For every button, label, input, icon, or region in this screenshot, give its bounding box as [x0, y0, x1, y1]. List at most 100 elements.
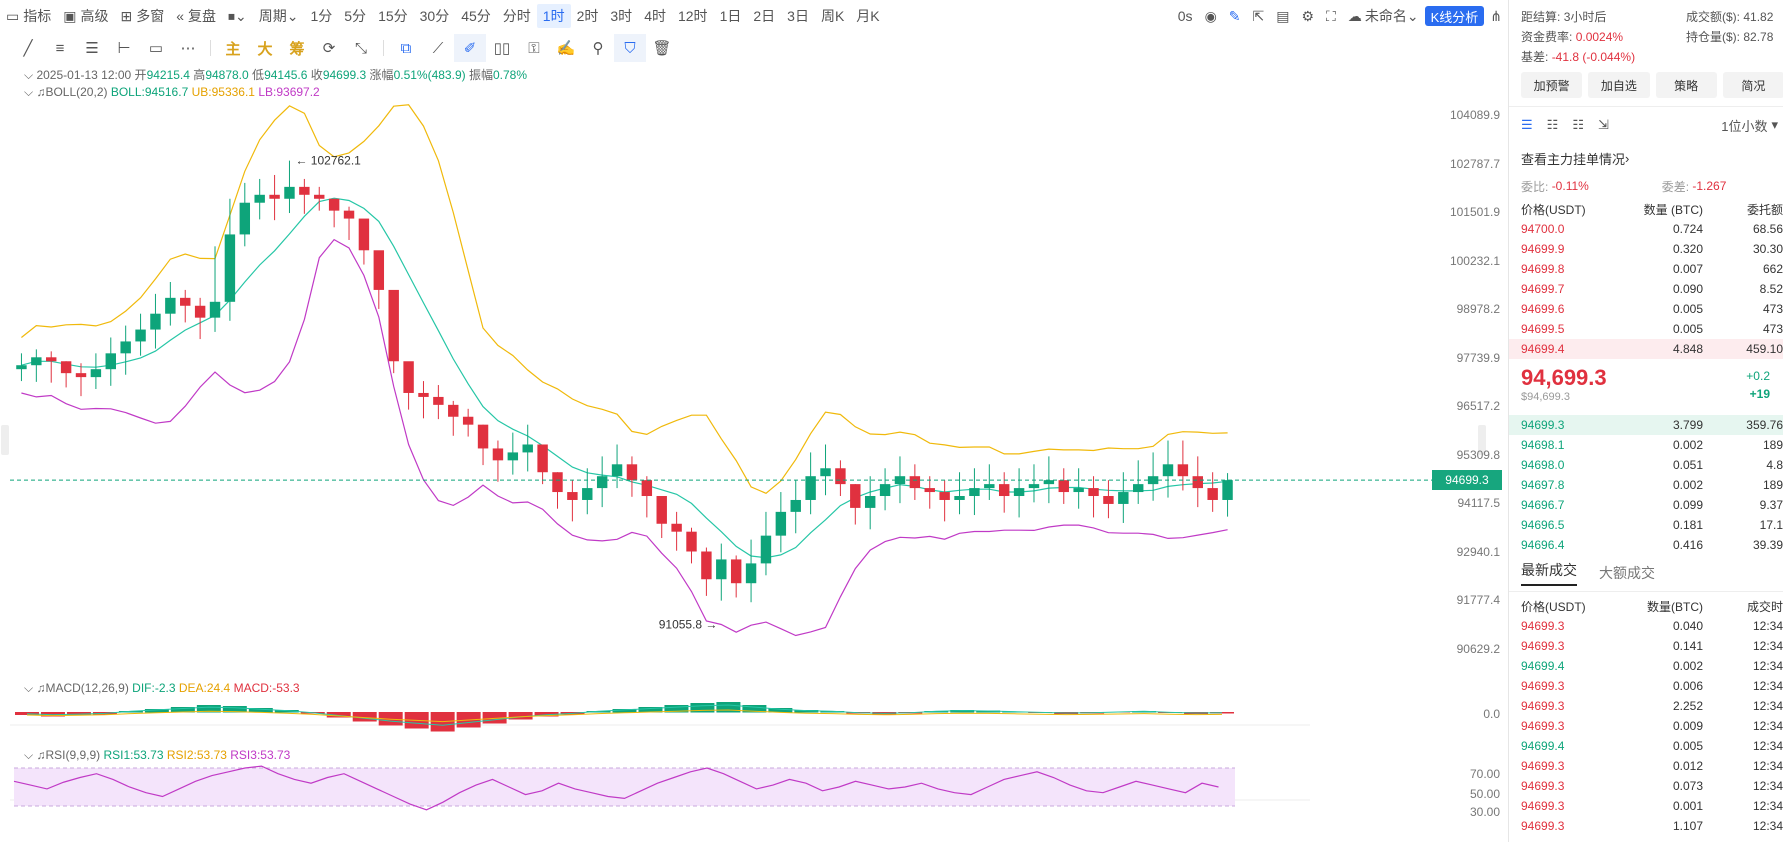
candle-body: [358, 218, 370, 251]
filter-icon[interactable]: ⛉: [614, 34, 646, 62]
indicators-button[interactable]: ▭ 指标: [0, 4, 57, 28]
link-icon[interactable]: ⚲: [582, 34, 614, 62]
decimal-select[interactable]: 1位小数: [1721, 116, 1767, 135]
main-orders-link[interactable]: 查看主力挂单情况 ›: [1509, 143, 1783, 173]
multiwin-button[interactable]: ⊞ 多窗: [114, 4, 170, 28]
magnet-icon[interactable]: ⤡: [345, 34, 377, 62]
interval-11[interactable]: 1日: [714, 4, 748, 28]
collapse-icon[interactable]: ⌵: [24, 68, 33, 82]
interval-6[interactable]: 1时: [536, 4, 571, 28]
trade-row[interactable]: 94699.4 0.002 12:34: [1509, 656, 1783, 676]
bid-row[interactable]: 94696.4 0.416 39.39: [1509, 535, 1783, 555]
ruler-icon[interactable]: ⟋: [422, 34, 454, 62]
bid-row[interactable]: 94697.8 0.002 189: [1509, 475, 1783, 495]
trade-row[interactable]: 94699.3 1.107 12:34: [1509, 816, 1783, 836]
lock-icon[interactable]: ⚿: [518, 34, 550, 62]
advanced-button[interactable]: ▣ 高级: [57, 4, 114, 28]
trade-row[interactable]: 94699.3 0.012 12:34: [1509, 756, 1783, 776]
replay-button[interactable]: «复盘: [170, 4, 222, 28]
rect-tool-icon[interactable]: ▭: [140, 34, 172, 62]
interval-0[interactable]: 1分: [304, 4, 338, 28]
chip-tool[interactable]: 筹: [281, 34, 313, 62]
interval-8[interactable]: 3时: [604, 4, 638, 28]
popout-icon[interactable]: ⇱: [1247, 4, 1271, 28]
period-button[interactable]: 周期 ⌄: [253, 4, 305, 28]
interval-12[interactable]: 2日: [747, 4, 781, 28]
interval-14[interactable]: 周K: [815, 4, 850, 28]
channel-tool-icon[interactable]: ☰: [76, 34, 108, 62]
share-icon[interactable]: ⋔: [1484, 4, 1508, 28]
trade-row[interactable]: 94699.3 0.040 12:34: [1509, 616, 1783, 636]
bid-view-icon[interactable]: ☷: [1547, 117, 1559, 133]
bid-row[interactable]: 94696.5 0.181 17.1: [1509, 515, 1783, 535]
ask-row[interactable]: 94699.5 0.005 473: [1509, 319, 1783, 339]
draw-icon[interactable]: ✐: [454, 34, 486, 62]
more-tools-icon[interactable]: ⋯: [172, 34, 204, 62]
ask-row[interactable]: 94699.6 0.005 473: [1509, 299, 1783, 319]
copy-icon[interactable]: ⧉: [390, 34, 422, 62]
ask-row[interactable]: 94699.4 4.848 459.10: [1509, 339, 1783, 359]
bid-row[interactable]: 94699.3 3.799 359.76: [1509, 415, 1783, 435]
fullscreen-icon[interactable]: ⛶: [1320, 4, 1342, 28]
collapse-icon[interactable]: ⌵: [24, 748, 33, 762]
trade-row[interactable]: 94699.3 2.252 12:34: [1509, 696, 1783, 716]
candle-body: [820, 468, 831, 477]
ray-tool-icon[interactable]: ⊢: [108, 34, 140, 62]
bid-row[interactable]: 94698.1 0.002 189: [1509, 435, 1783, 455]
collapse-icon[interactable]: ⌵: [24, 681, 33, 695]
interval-4[interactable]: 45分: [455, 4, 497, 28]
trade-row[interactable]: 94699.3 0.006 12:34: [1509, 676, 1783, 696]
ask-view-icon[interactable]: ☷: [1572, 117, 1584, 133]
trade-qty-header[interactable]: 数量(BTC): [1631, 598, 1703, 615]
ob-qty-header[interactable]: 数量 (BTC): [1631, 201, 1703, 218]
interval-13[interactable]: 3日: [781, 4, 815, 28]
trade-row[interactable]: 94699.3 0.073 12:34: [1509, 776, 1783, 796]
trade-row[interactable]: 94699.4 0.005 12:34: [1509, 736, 1783, 756]
kline-analysis-button[interactable]: K线分析: [1424, 6, 1485, 26]
action-button-0[interactable]: 加预警: [1521, 72, 1583, 98]
collapse-icon[interactable]: ⌵: [24, 85, 33, 99]
ask-row[interactable]: 94699.9 0.320 30.30: [1509, 239, 1783, 259]
interval-7[interactable]: 2时: [571, 4, 605, 28]
interval-1[interactable]: 5分: [338, 4, 372, 28]
interval-3[interactable]: 30分: [414, 4, 456, 28]
interval-15[interactable]: 月K: [850, 4, 885, 28]
candle-body: [135, 329, 146, 342]
bid-row[interactable]: 94696.7 0.099 9.37: [1509, 495, 1783, 515]
settings-icon[interactable]: ⚙: [1295, 4, 1320, 28]
trash-icon[interactable]: 🗑: [646, 34, 678, 62]
layout-select[interactable]: ☁ 未命名 ⌄: [1342, 4, 1425, 28]
bid-row[interactable]: 94698.0 0.051 4.8: [1509, 455, 1783, 475]
big-tool[interactable]: 大: [249, 34, 281, 62]
main-orders-label: 查看主力挂单情况: [1521, 151, 1626, 167]
template-icon[interactable]: ▤: [1270, 4, 1295, 28]
main-tool[interactable]: 主: [217, 34, 249, 62]
trade-row[interactable]: 94699.3 0.141 12:34: [1509, 636, 1783, 656]
note-icon[interactable]: ✍: [550, 34, 582, 62]
ask-row[interactable]: 94700.0 0.724 68.56: [1509, 219, 1783, 239]
trade-row[interactable]: 94699.3 0.001 12:34: [1509, 796, 1783, 816]
tab-big-trades[interactable]: 大额成交: [1599, 563, 1655, 583]
interval-10[interactable]: 12时: [672, 4, 714, 28]
ask-row[interactable]: 94699.8 0.007 662: [1509, 259, 1783, 279]
action-button-3[interactable]: 简况: [1722, 72, 1783, 98]
trade-row[interactable]: 94699.3 0.009 12:34: [1509, 716, 1783, 736]
chart-type-button[interactable]: ⏹ ⌄: [222, 4, 253, 28]
ask-row[interactable]: 94699.7 0.090 8.52: [1509, 279, 1783, 299]
candles-icon[interactable]: ▯▯: [486, 34, 518, 62]
pencil-icon[interactable]: ✎: [1223, 4, 1247, 28]
candle-body: [1118, 492, 1129, 504]
hline-tool-icon[interactable]: ≡: [44, 34, 76, 62]
action-button-1[interactable]: 加自选: [1588, 72, 1650, 98]
both-view-icon[interactable]: ☰: [1521, 117, 1533, 133]
compare-icon[interactable]: ⟳: [313, 34, 345, 62]
interval-2[interactable]: 15分: [372, 4, 414, 28]
camera-icon[interactable]: ◉: [1199, 4, 1223, 28]
interval-9[interactable]: 4时: [638, 4, 672, 28]
expand-icon[interactable]: ⇲: [1598, 117, 1609, 133]
tab-latest-trades[interactable]: 最新成交: [1521, 560, 1577, 586]
line-tool-icon[interactable]: ╱: [12, 34, 44, 62]
interval-5[interactable]: 分时: [497, 4, 537, 28]
kline-canvas[interactable]: ← 102762.1 91055.8 →: [0, 0, 1508, 842]
action-button-2[interactable]: 策略: [1655, 72, 1717, 98]
